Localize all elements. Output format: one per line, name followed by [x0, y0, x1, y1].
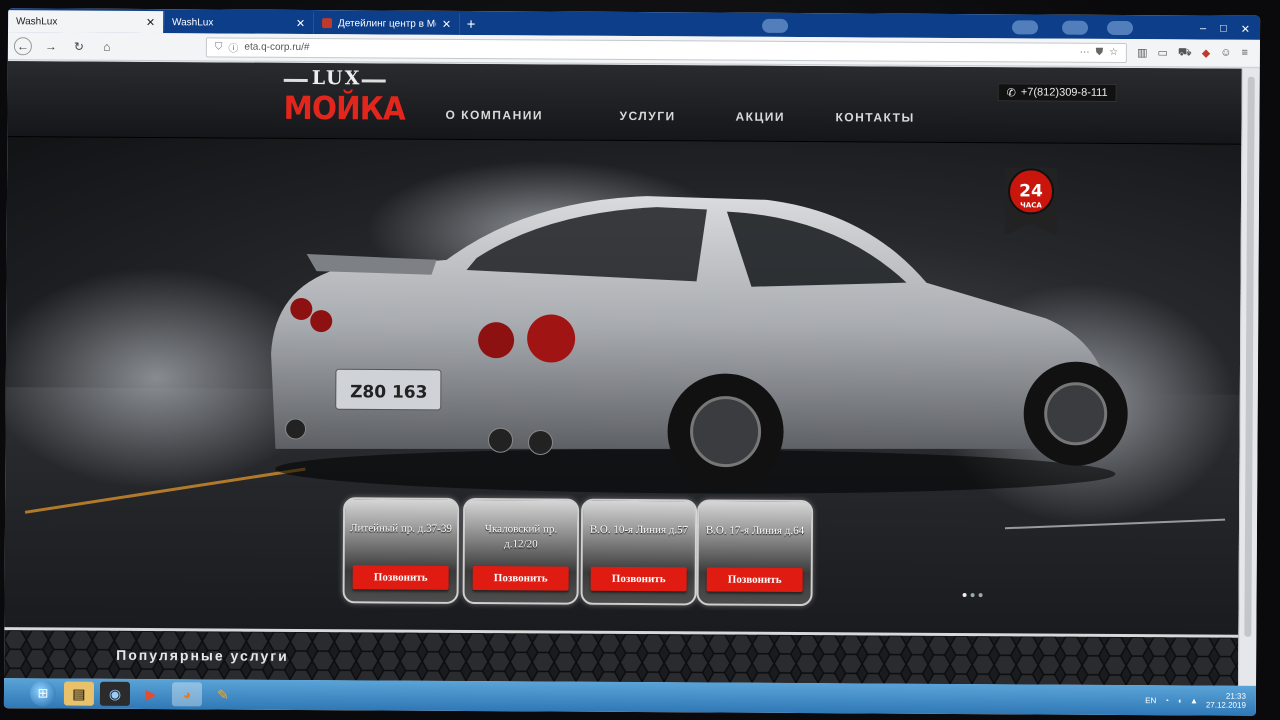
- phone-text: +7(812)309-8-111: [1020, 86, 1108, 99]
- slider-dot[interactable]: [978, 593, 983, 598]
- menu-item-promotions[interactable]: Акции: [735, 110, 785, 124]
- close-tab-icon[interactable]: ✕: [296, 16, 305, 29]
- file-explorer-icon[interactable]: ▤: [63, 681, 95, 706]
- library-icon[interactable]: ▥: [1137, 46, 1147, 60]
- tab-detailing[interactable]: Детейлинг центр в Москве (… ✕: [313, 12, 461, 35]
- network-icon[interactable]: ◔: [1164, 696, 1169, 705]
- branch-card: В.О. 10-я Линия д.57 Позвонить: [580, 498, 698, 606]
- site-logo[interactable]: LUX МОЙКА: [283, 67, 404, 128]
- photo-frame: WashLux ✕ WashLux ✕ Детейлинг центр в Мо…: [0, 0, 1280, 720]
- page-actions-icon[interactable]: ···: [1080, 47, 1090, 58]
- url-text[interactable]: eta.q-corp.ru/#: [244, 42, 1073, 58]
- clock[interactable]: 21:33 27.12.2019: [1206, 692, 1246, 710]
- maximize-button[interactable]: □: [1220, 23, 1227, 35]
- cart-icon[interactable]: ⛟: [1178, 46, 1192, 60]
- reflection-icon: [1107, 20, 1134, 36]
- popular-services-section: Популярные услуги: [4, 627, 1239, 686]
- site-header: LUX МОЙКА О компании Услуги Акции Контак…: [7, 61, 1242, 145]
- reload-button[interactable]: ↻: [70, 37, 88, 55]
- tab-title: Детейлинг центр в Москве (…: [338, 17, 436, 30]
- pocket-icon[interactable]: ⛊: [1096, 47, 1104, 58]
- close-tab-icon[interactable]: ✕: [442, 17, 451, 30]
- reflection-icon: [1062, 20, 1089, 35]
- hero-banner: Z80 163 24 ЧАСА Литейный пр. д.37-39 Поз…: [4, 137, 1242, 635]
- logo-bar-left: [283, 78, 308, 83]
- volume-icon[interactable]: ◖: [1177, 696, 1182, 705]
- sidebar-icon[interactable]: ▭: [1157, 46, 1167, 60]
- logo-lux: LUX: [311, 67, 362, 90]
- language-indicator[interactable]: EN: [1145, 696, 1156, 705]
- tab-washlux[interactable]: WashLux ✕: [164, 11, 315, 35]
- vertical-scrollbar[interactable]: [1238, 68, 1260, 686]
- menu-icon[interactable]: ≡: [1241, 46, 1247, 60]
- extension-icon[interactable]: ◆: [1202, 46, 1211, 60]
- forward-button[interactable]: →: [42, 37, 60, 55]
- favicon-icon: [322, 18, 333, 29]
- account-icon[interactable]: ☺: [1220, 46, 1231, 60]
- call-button[interactable]: Позвонить: [590, 566, 687, 592]
- branch-address: Литейный пр. д.37-39: [350, 522, 452, 535]
- paint-icon[interactable]: ✎: [208, 682, 238, 706]
- call-button[interactable]: Позвонить: [706, 567, 803, 593]
- back-button[interactable]: ←: [13, 36, 32, 55]
- call-button[interactable]: Позвонить: [472, 566, 569, 591]
- call-button[interactable]: Позвонить: [352, 565, 449, 590]
- branch-card: Чкаловский пр. д.12/20 Позвонить: [462, 497, 580, 605]
- slider-dots: [962, 593, 983, 598]
- tab-washlux-active[interactable]: WashLux ✕: [8, 10, 165, 34]
- logo-bar-right: [361, 79, 386, 83]
- phone-icon: ✆: [1006, 86, 1016, 99]
- popular-services-title: Популярные услуги: [116, 646, 289, 664]
- media-player-icon[interactable]: ▶: [136, 682, 166, 706]
- minimize-button[interactable]: –: [1200, 22, 1206, 34]
- tab-title: WashLux: [16, 15, 58, 27]
- reflection-icon: [1012, 20, 1039, 35]
- logo-moika: МОЙКА: [283, 88, 405, 128]
- phone-number[interactable]: ✆ +7(812)309-8-111: [997, 83, 1117, 102]
- monitor-screen: WashLux ✕ WashLux ✕ Детейлинг центр в Мо…: [3, 8, 1261, 716]
- media-app-icon[interactable]: ◉: [99, 681, 131, 706]
- slider-dot[interactable]: [962, 593, 967, 598]
- shield-icon: ⛉: [214, 41, 223, 53]
- info-icon[interactable]: ⓘ: [228, 40, 238, 55]
- scrollbar-thumb[interactable]: [1244, 76, 1255, 637]
- system-tray: EN ◔ ◖ ▲ 21:33 27.12.2019: [1145, 691, 1256, 710]
- tab-title: WashLux: [172, 16, 214, 28]
- page-viewport: LUX МОЙКА О компании Услуги Акции Контак…: [4, 61, 1242, 686]
- menu-item-services[interactable]: Услуги: [619, 109, 675, 123]
- branch-address: Чкаловский пр. д.12/20: [484, 523, 558, 551]
- close-window-button[interactable]: ✕: [1241, 22, 1250, 35]
- branch-list: Литейный пр. д.37-39 Позвонить Чкаловски…: [4, 137, 1241, 635]
- main-menu: О компании Услуги Акции Контакты: [8, 105, 1242, 125]
- menu-item-contacts[interactable]: Контакты: [835, 110, 914, 124]
- home-button[interactable]: ⌂: [98, 37, 116, 55]
- branch-card: В.О. 17-я Линия д.64 Позвонить: [696, 499, 814, 607]
- slider-dot[interactable]: [970, 593, 975, 598]
- notification-icon[interactable]: ▲: [1190, 696, 1198, 705]
- clock-date: 27.12.2019: [1205, 700, 1246, 710]
- reflection-icon: [762, 18, 789, 33]
- firefox-icon[interactable]: ◕: [171, 682, 203, 707]
- branch-address: В.О. 10-я Линия д.57: [589, 523, 689, 537]
- menu-item-about[interactable]: О компании: [445, 108, 543, 123]
- window-controls: – □ ✕: [1190, 17, 1260, 39]
- close-tab-icon[interactable]: ✕: [146, 16, 155, 29]
- clock-time: 21:33: [1225, 691, 1246, 701]
- new-tab-button[interactable]: +: [460, 13, 482, 35]
- toolbar-icons: ▥ ▭ ⛟ ◆ ☺ ≡: [1137, 46, 1254, 61]
- branch-address: В.О. 17-я Линия д.64: [705, 524, 805, 538]
- start-button[interactable]: ⊞: [29, 680, 57, 707]
- branch-card: Литейный пр. д.37-39 Позвонить: [342, 497, 460, 604]
- windows-taskbar: ⊞ ▤ ◉ ▶ ◕ ✎ EN ◔ ◖ ▲ 21:33 27.12.2019: [3, 678, 1257, 716]
- bookmark-star-icon[interactable]: ☆: [1109, 47, 1118, 58]
- address-bar[interactable]: ⛉ ⓘ eta.q-corp.ru/# ··· ⛊ ☆: [205, 36, 1128, 63]
